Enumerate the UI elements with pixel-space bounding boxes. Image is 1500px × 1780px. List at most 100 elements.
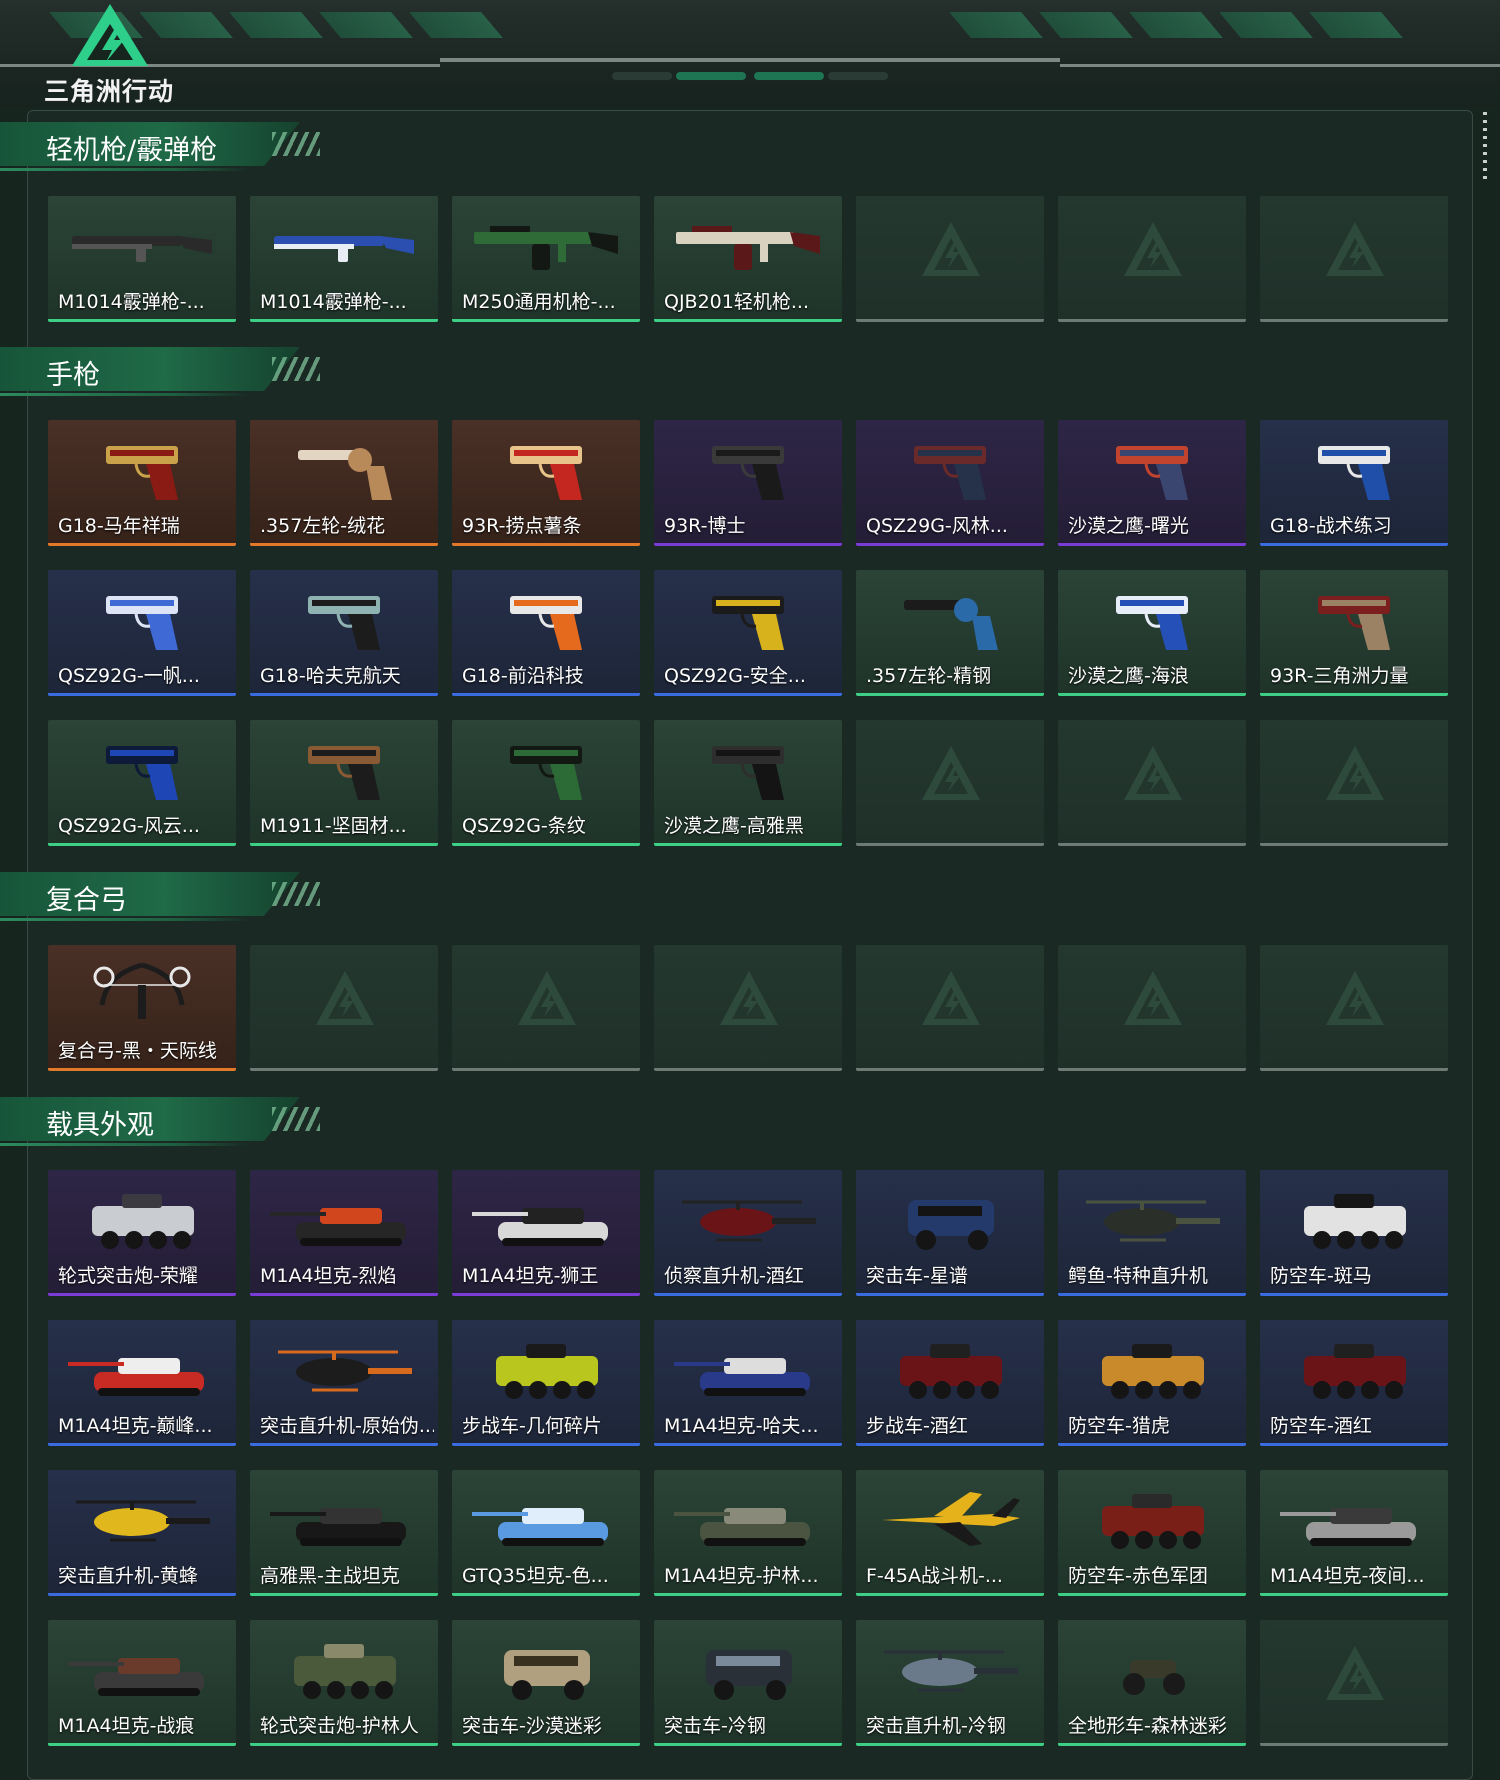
header-indicator bbox=[676, 72, 746, 80]
item-card[interactable]: 突击车-星谱 bbox=[856, 1170, 1044, 1296]
item-card[interactable]: G18-哈夫克航天 bbox=[250, 570, 438, 696]
rarity-bar bbox=[452, 1593, 640, 1596]
rarity-bar bbox=[1058, 1743, 1246, 1746]
pistol-skin-image bbox=[1318, 596, 1390, 650]
shotgun-skin-image bbox=[274, 236, 414, 262]
item-card[interactable]: M1A4坦克-护林... bbox=[654, 1470, 842, 1596]
rarity-bar bbox=[856, 1443, 1044, 1446]
heli-skin-image bbox=[884, 1650, 1018, 1692]
item-card[interactable]: 93R-捞点薯条 bbox=[452, 420, 640, 546]
item-name: M1A4坦克-战痕 bbox=[58, 1715, 195, 1737]
item-card[interactable]: QSZ92G-安全... bbox=[654, 570, 842, 696]
item-name: M1A4坦克-狮王 bbox=[462, 1265, 599, 1287]
item-card[interactable]: M1A4坦克-夜间... bbox=[1260, 1470, 1448, 1596]
item-card[interactable]: 93R-三角洲力量 bbox=[1260, 570, 1448, 696]
empty-slot bbox=[856, 196, 1044, 322]
item-card[interactable]: 高雅黑-主战坦克 bbox=[250, 1470, 438, 1596]
rarity-bar bbox=[452, 1068, 640, 1071]
item-card[interactable]: M1014霰弹枪-... bbox=[250, 196, 438, 322]
rarity-bar bbox=[452, 693, 640, 696]
item-card[interactable]: QJB201轻机枪... bbox=[654, 196, 842, 322]
item-card[interactable]: M1A4坦克-战痕 bbox=[48, 1620, 236, 1746]
item-card[interactable]: F-45A战斗机-... bbox=[856, 1470, 1044, 1596]
item-card[interactable]: 突击车-冷钢 bbox=[654, 1620, 842, 1746]
header-stripe bbox=[1219, 12, 1313, 38]
item-card[interactable]: .357左轮-绒花 bbox=[250, 420, 438, 546]
empty-slot bbox=[452, 945, 640, 1071]
pistol-skin-image bbox=[308, 596, 380, 650]
apc-skin-image bbox=[900, 1344, 1002, 1399]
rarity-bar bbox=[654, 543, 842, 546]
item-card[interactable]: 侦察直升机-酒红 bbox=[654, 1170, 842, 1296]
rarity-bar bbox=[48, 319, 236, 322]
item-card[interactable]: GTQ35坦克-色... bbox=[452, 1470, 640, 1596]
item-card[interactable]: 防空车-猎虎 bbox=[1058, 1320, 1246, 1446]
item-card[interactable]: .357左轮-精钢 bbox=[856, 570, 1044, 696]
item-card[interactable]: M1014霰弹枪-... bbox=[48, 196, 236, 322]
rarity-bar bbox=[1058, 319, 1246, 322]
item-card[interactable]: 轮式突击炮-护林人 bbox=[250, 1620, 438, 1746]
item-card[interactable]: 93R-博士 bbox=[654, 420, 842, 546]
item-name: 突击直升机-黄蜂 bbox=[58, 1565, 198, 1587]
rarity-bar bbox=[48, 1443, 236, 1446]
tank-skin-image bbox=[472, 1508, 608, 1546]
rarity-bar bbox=[452, 1743, 640, 1746]
item-name: 复合弓-黑・天际线 bbox=[58, 1040, 217, 1062]
item-card[interactable]: 沙漠之鹰-高雅黑 bbox=[654, 720, 842, 846]
item-card[interactable]: 突击直升机-原始伪... bbox=[250, 1320, 438, 1446]
item-name: M250通用机枪-... bbox=[462, 291, 616, 313]
item-card[interactable]: G18-前沿科技 bbox=[452, 570, 640, 696]
item-card[interactable]: 复合弓-黑・天际线 bbox=[48, 945, 236, 1071]
item-card[interactable]: QSZ92G-条纹 bbox=[452, 720, 640, 846]
item-card[interactable]: QSZ29G-风林... bbox=[856, 420, 1044, 546]
item-card[interactable]: M1A4坦克-哈夫... bbox=[654, 1320, 842, 1446]
rarity-bar bbox=[1058, 1068, 1246, 1071]
item-card[interactable]: 步战车-酒红 bbox=[856, 1320, 1044, 1446]
empty-slot bbox=[856, 945, 1044, 1071]
item-name: 步战车-几何碎片 bbox=[462, 1415, 602, 1437]
placeholder-logo-icon bbox=[316, 971, 374, 1025]
game-logo-text: 三角洲行动 bbox=[44, 77, 175, 106]
item-card[interactable]: G18-马年祥瑞 bbox=[48, 420, 236, 546]
empty-slot bbox=[1260, 945, 1448, 1071]
header-stripe bbox=[229, 12, 323, 38]
item-card[interactable]: QSZ92G-风云... bbox=[48, 720, 236, 846]
header-rule bbox=[1060, 64, 1500, 67]
scrollbar[interactable] bbox=[1483, 112, 1487, 182]
empty-slot bbox=[1260, 196, 1448, 322]
item-card[interactable]: M250通用机枪-... bbox=[452, 196, 640, 322]
item-card[interactable]: 步战车-几何碎片 bbox=[452, 1320, 640, 1446]
item-name: QSZ92G-条纹 bbox=[462, 815, 586, 837]
item-card[interactable]: M1A4坦克-狮王 bbox=[452, 1170, 640, 1296]
item-card[interactable]: 突击直升机-黄蜂 bbox=[48, 1470, 236, 1596]
item-name: 轮式突击炮-护林人 bbox=[260, 1715, 419, 1737]
apc-skin-image bbox=[1102, 1494, 1204, 1549]
item-card[interactable]: 防空车-斑马 bbox=[1260, 1170, 1448, 1296]
rarity-bar bbox=[1260, 1443, 1448, 1446]
placeholder-logo-icon bbox=[1326, 222, 1384, 276]
item-card[interactable]: 轮式突击炮-荣耀 bbox=[48, 1170, 236, 1296]
item-card[interactable]: 防空车-赤色军团 bbox=[1058, 1470, 1246, 1596]
item-card[interactable]: G18-战术练习 bbox=[1260, 420, 1448, 546]
pistol-skin-image bbox=[106, 446, 178, 500]
item-card[interactable]: 突击直升机-冷钢 bbox=[856, 1620, 1044, 1746]
item-card[interactable]: QSZ92G-一帆... bbox=[48, 570, 236, 696]
item-card[interactable]: 突击车-沙漠迷彩 bbox=[452, 1620, 640, 1746]
item-card[interactable]: 沙漠之鹰-曙光 bbox=[1058, 420, 1246, 546]
item-card[interactable]: M1A4坦克-巅峰... bbox=[48, 1320, 236, 1446]
item-card[interactable]: 全地形车-森林迷彩 bbox=[1058, 1620, 1246, 1746]
item-card[interactable]: 沙漠之鹰-海浪 bbox=[1058, 570, 1246, 696]
item-card[interactable]: 鳄鱼-特种直升机 bbox=[1058, 1170, 1246, 1296]
item-name: 沙漠之鹰-曙光 bbox=[1068, 515, 1189, 537]
item-card[interactable]: 防空车-酒红 bbox=[1260, 1320, 1448, 1446]
rarity-bar bbox=[452, 543, 640, 546]
item-name: 全地形车-森林迷彩 bbox=[1068, 1715, 1227, 1737]
rarity-bar bbox=[654, 1443, 842, 1446]
rarity-bar bbox=[654, 319, 842, 322]
item-name: .357左轮-精钢 bbox=[866, 665, 992, 687]
item-card[interactable]: M1911-坚固材... bbox=[250, 720, 438, 846]
item-card[interactable]: M1A4坦克-烈焰 bbox=[250, 1170, 438, 1296]
pistol-skin-image bbox=[1318, 446, 1390, 500]
header-stripe bbox=[319, 12, 413, 38]
header-stripe bbox=[1129, 12, 1223, 38]
